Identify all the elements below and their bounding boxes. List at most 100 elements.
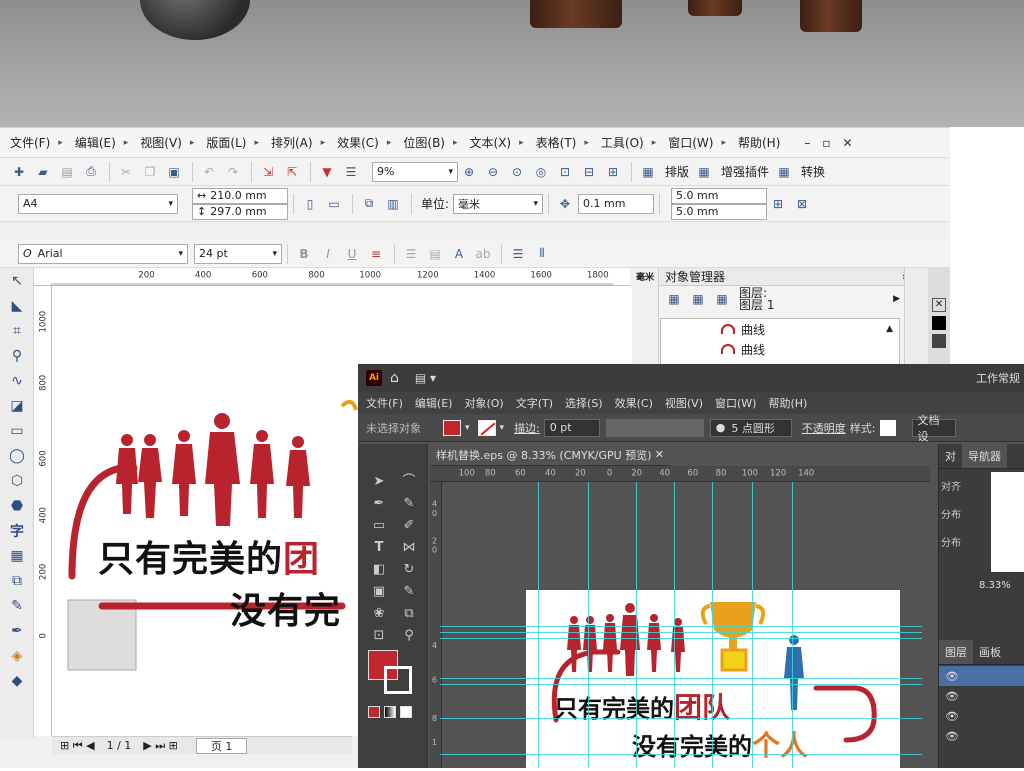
close-icon[interactable]: ✕ — [843, 136, 853, 150]
lasso-tool-icon[interactable]: ⌒ — [394, 468, 424, 490]
artboard-tool-icon[interactable]: ⊡ — [364, 624, 394, 646]
gradient-tool-icon[interactable]: ▣ — [364, 580, 394, 602]
redo-icon[interactable]: ↷ — [222, 161, 244, 183]
menu-table[interactable]: 表格(T) ▸ — [536, 134, 589, 151]
zoom-tool-icon[interactable]: ⚲ — [0, 343, 34, 368]
parallel-dimension-icon[interactable]: ⧉ — [0, 568, 34, 593]
outline-pen-icon[interactable]: ✒ — [0, 618, 34, 643]
menu-text[interactable]: 文本(X) ▸ — [470, 134, 524, 151]
font-family-select[interactable]: O Arial ▾ — [18, 243, 188, 264]
ellipse-tool-icon[interactable]: ◯ — [0, 443, 34, 468]
gradient-mode-icon[interactable] — [384, 706, 396, 718]
visibility-icon[interactable]: 👁 — [945, 690, 959, 703]
ai-menu-select[interactable]: 选择(S) — [565, 395, 603, 411]
layer-menu-icon[interactable]: ▶ — [893, 294, 900, 304]
navigator-preview[interactable] — [991, 472, 1024, 572]
publish-pdf-icon[interactable]: ▼ — [316, 161, 338, 183]
layer-manager-icon[interactable]: ▦ — [711, 288, 733, 310]
stroke-dropdown-icon[interactable]: ▾ — [500, 423, 505, 433]
plugin-button[interactable]: 增强插件 — [721, 163, 769, 180]
plugin-icon[interactable]: ▦ — [693, 161, 715, 183]
menu-effects[interactable]: 效果(C) ▸ — [337, 134, 391, 151]
ai-stroke-color[interactable] — [384, 666, 412, 694]
visibility-icon[interactable]: 👁 — [945, 730, 959, 743]
eraser-tool-icon[interactable]: ◧ — [364, 558, 394, 580]
pen-tool-icon[interactable]: ✒ — [364, 492, 394, 514]
cut-icon[interactable]: ✂ — [115, 161, 137, 183]
horizontal-text-icon[interactable]: ☰ — [507, 243, 529, 265]
snap-icon[interactable]: ⊞ — [767, 193, 789, 215]
home-icon[interactable]: ⌂ — [390, 370, 399, 386]
swatch-gray[interactable] — [932, 334, 946, 348]
zoom-page-icon[interactable]: ⊡ — [554, 161, 576, 183]
bullet-list-icon[interactable]: ☰ — [400, 243, 422, 265]
layers-tab[interactable]: 图层 — [939, 640, 973, 664]
variable-width-select[interactable] — [605, 418, 704, 437]
ai-menu-view[interactable]: 视图(V) — [665, 395, 703, 411]
eyedropper-icon[interactable]: ✎ — [0, 593, 34, 618]
treat-as-filled-icon[interactable]: ⊠ — [791, 193, 813, 215]
layer-row[interactable]: 👁 — [939, 686, 1024, 706]
menu-bitmaps[interactable]: 位图(B) ▸ — [403, 134, 457, 151]
page-height-field[interactable]: ↕ 297.0 mm — [192, 203, 288, 220]
vertical-text-icon[interactable]: ⦀ — [531, 243, 553, 265]
underline-icon[interactable]: U — [341, 243, 363, 265]
zoom-tool-icon[interactable]: ⚲ — [394, 624, 424, 646]
polygon-tool-icon[interactable]: ⬡ — [0, 468, 34, 493]
bold-icon[interactable]: B — [293, 243, 315, 265]
duplicate-y-field[interactable]: 5.0 mm — [671, 203, 768, 220]
visibility-icon[interactable]: 👁 — [945, 670, 959, 683]
first-page-icon[interactable]: ⊞ ⏮ ◀ — [60, 739, 95, 753]
ai-menu-type[interactable]: 文字(T) — [516, 395, 553, 411]
layer-row[interactable]: 👁 — [939, 666, 1024, 686]
close-tab-icon[interactable]: ✕ — [655, 448, 664, 461]
style-swatch[interactable] — [879, 419, 896, 436]
layer-row[interactable]: 👁 — [939, 726, 1024, 746]
app-launcher-icon[interactable]: ☰ — [340, 161, 362, 183]
show-props-icon[interactable]: ▦ — [663, 288, 685, 310]
import-icon[interactable]: ⇲ — [257, 161, 279, 183]
nudge-distance-field[interactable]: 0.1 mm — [578, 193, 655, 214]
ai-menu-file[interactable]: 文件(F) — [366, 395, 403, 411]
all-pages-icon[interactable]: ⧉ — [358, 193, 380, 215]
menu-help[interactable]: 帮助(H) — [738, 134, 780, 151]
edit-text-icon[interactable]: ab — [472, 243, 494, 265]
zoom-width-icon[interactable]: ⊟ — [578, 161, 600, 183]
text-properties-icon[interactable]: A — [448, 243, 470, 265]
ai-menu-help[interactable]: 帮助(H) — [768, 395, 807, 411]
shape-tool-icon[interactable]: ◣ — [0, 293, 34, 318]
zoom-all-icon[interactable]: ◎ — [530, 161, 552, 183]
landscape-icon[interactable]: ▭ — [323, 193, 345, 215]
table-tool-icon[interactable]: ▦ — [0, 543, 34, 568]
artboards-tab[interactable]: 画板 — [973, 640, 1007, 664]
opacity-label[interactable]: 不透明度 — [802, 420, 846, 436]
export-icon[interactable]: ⇱ — [281, 161, 303, 183]
layer-row[interactable]: 👁 — [939, 706, 1024, 726]
page-tab[interactable]: 页 1 — [195, 737, 248, 754]
workspace-label[interactable]: 工作常规 — [976, 370, 1020, 386]
rectangle-tool-icon[interactable]: ▭ — [364, 514, 394, 536]
restore-icon[interactable]: ▫ — [822, 136, 830, 150]
ai-menu-edit[interactable]: 编辑(E) — [415, 395, 453, 411]
smart-fill-icon[interactable]: ◪ — [0, 393, 34, 418]
print-icon[interactable]: ⎙ — [80, 161, 102, 183]
rectangle-tool-icon[interactable]: ▭ — [0, 418, 34, 443]
zoom-out-icon[interactable]: ⊖ — [482, 161, 504, 183]
pick-tool-icon[interactable]: ↖ — [0, 268, 34, 293]
current-page-icon[interactable]: ▥ — [382, 193, 404, 215]
menu-window[interactable]: 窗口(W) ▸ — [668, 134, 726, 151]
paintbrush-icon[interactable]: ✐ — [394, 514, 424, 536]
menu-layout[interactable]: 版面(L) ▸ — [206, 134, 259, 151]
ai-artboard[interactable]: 只有完美的团队 没有完美的个人 — [526, 590, 900, 768]
eyedropper-icon[interactable]: ✎ — [394, 580, 424, 602]
align-icon[interactable]: ≡ — [365, 243, 387, 265]
text-tool-icon[interactable]: 字 — [0, 518, 34, 543]
paste-icon[interactable]: ▣ — [163, 161, 185, 183]
layout-icon[interactable]: ▦ — [637, 161, 659, 183]
menu-edit[interactable]: 编辑(E) ▸ — [75, 134, 128, 151]
selection-tool-icon[interactable]: ➤ — [364, 470, 394, 492]
copy-icon[interactable]: ❐ — [139, 161, 161, 183]
page-width-field[interactable]: ↔ 210.0 mm — [192, 187, 288, 204]
convert-button[interactable]: 转换 — [801, 163, 825, 180]
properties-tab[interactable]: 对 — [939, 444, 962, 468]
